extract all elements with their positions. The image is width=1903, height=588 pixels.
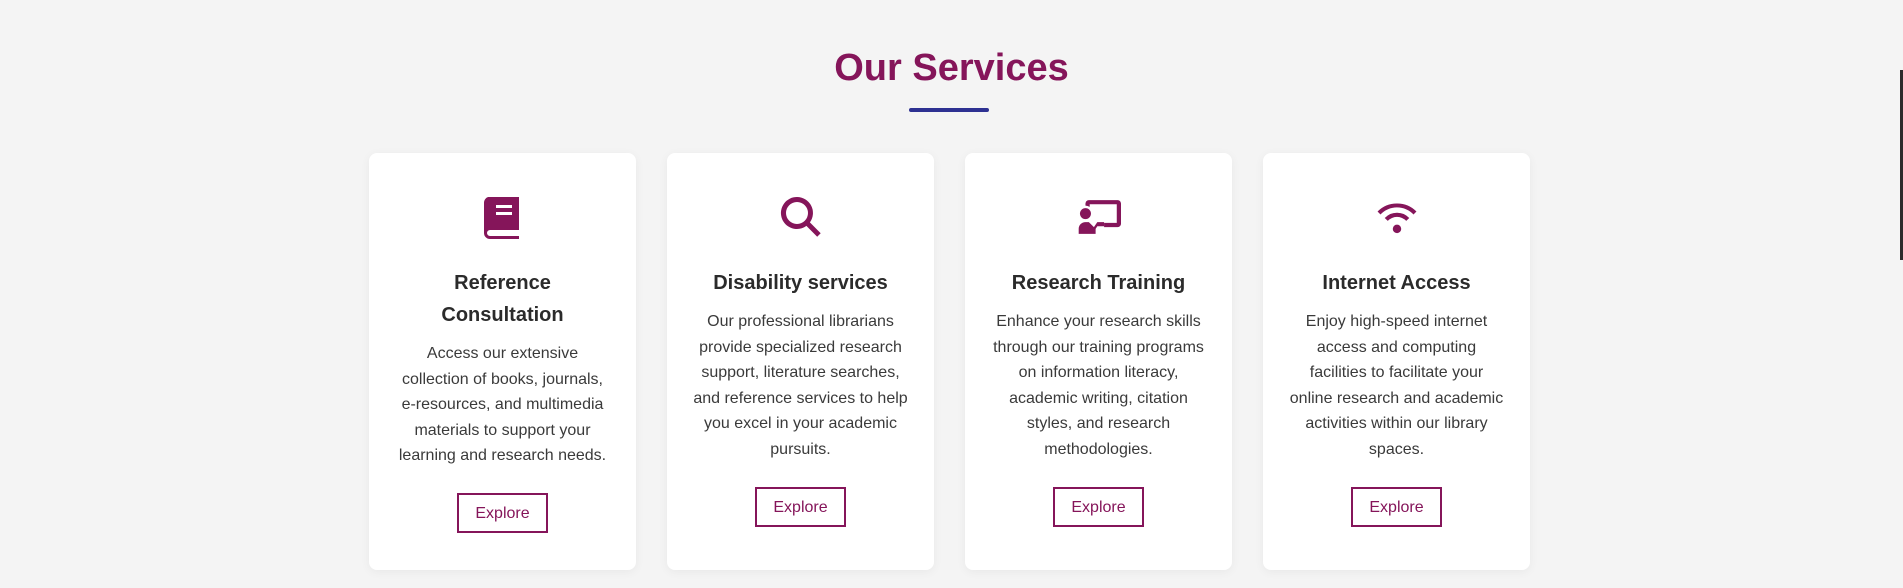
service-description: Our professional librarians provide spec…: [693, 313, 908, 458]
wifi-icon: [1373, 193, 1421, 241]
service-card-disability-services: Disability services Our professional lib…: [667, 153, 934, 570]
chalkboard-teacher-icon: [1075, 193, 1123, 241]
service-card-reference-consultation: Reference Consultation Access our extens…: [369, 153, 636, 570]
explore-button[interactable]: Explore: [457, 492, 548, 533]
service-title: Research Training: [1011, 272, 1186, 294]
explore-button[interactable]: Explore: [1053, 486, 1144, 527]
service-description: Enhance your research skills through our…: [993, 313, 1204, 458]
service-title: Reference Consultation: [441, 272, 564, 326]
service-card-internet-access: Internet Access Enjoy high-speed interne…: [1263, 153, 1530, 570]
section-title: Our Services: [834, 47, 1069, 89]
search-icon: [777, 193, 825, 241]
services-grid: Reference Consultation Access our extens…: [369, 153, 1530, 570]
service-card-research-training: Research Training Enhance your research …: [965, 153, 1232, 570]
title-underline: [909, 108, 989, 112]
explore-button[interactable]: Explore: [1351, 486, 1442, 527]
service-title: Disability services: [713, 272, 888, 294]
explore-button[interactable]: Explore: [755, 486, 846, 527]
service-description: Enjoy high-speed internet access and com…: [1289, 313, 1504, 458]
service-description: Access our extensive collection of books…: [398, 345, 607, 465]
service-title: Internet Access: [1322, 272, 1471, 294]
book-icon: [479, 193, 527, 241]
